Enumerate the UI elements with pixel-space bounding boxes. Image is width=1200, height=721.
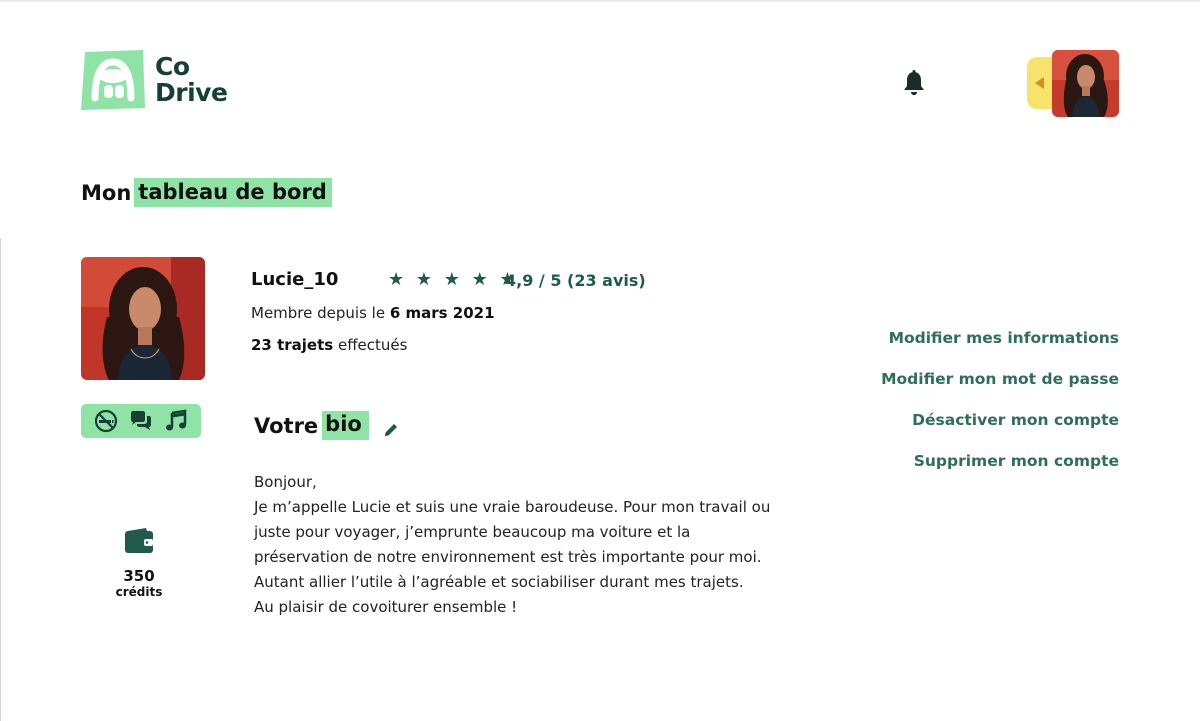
- brand-line-1: Co: [155, 52, 190, 81]
- page-title-prefix: Mon: [81, 180, 132, 205]
- trips-count-label: effectués: [337, 336, 408, 354]
- pencil-edit-icon[interactable]: [383, 422, 399, 438]
- credits-amount: 350: [123, 567, 155, 585]
- bio-title-highlight: bio: [322, 411, 369, 440]
- bio-text: Bonjour, Je m’appelle Lucie et suis une …: [254, 470, 784, 620]
- edit-password-link[interactable]: Modifier mon mot de passe: [881, 370, 1119, 389]
- deactivate-account-link[interactable]: Désactiver mon compte: [881, 411, 1119, 430]
- no-smoking-icon: [95, 409, 118, 433]
- bell-icon[interactable]: [902, 70, 926, 96]
- left-divider: [0, 238, 1, 721]
- account-actions: Modifier mes informations Modifier mon m…: [881, 329, 1119, 493]
- trips-count: 23 trajets effectués: [251, 336, 407, 354]
- car-logo-icon: [81, 50, 145, 110]
- caret-left-icon: [1035, 77, 1044, 89]
- profile-photo: [81, 257, 205, 380]
- bio-line: Bonjour,: [254, 473, 317, 491]
- brand-line-2: Drive: [155, 78, 228, 107]
- bio-title: Votre bio: [254, 411, 369, 440]
- bio-line: Je m’appelle Lucie et suis une vraie bar…: [254, 498, 771, 591]
- user-photo: [1052, 50, 1119, 117]
- codrive-logo[interactable]: Co Drive: [81, 50, 228, 110]
- page-title-highlight: tableau de bord: [134, 178, 332, 207]
- credits-label: crédits: [115, 585, 163, 599]
- travel-preferences: [81, 404, 201, 438]
- brand-name: Co Drive: [155, 52, 228, 107]
- rating-text[interactable]: 4,9 / 5 (23 avis): [505, 271, 646, 290]
- member-since: Membre depuis le 6 mars 2021: [251, 304, 495, 322]
- trips-count-value: 23 trajets: [251, 336, 334, 354]
- member-since-date: 6 mars 2021: [389, 304, 495, 322]
- rating-stars-icon: ★ ★ ★ ★ ★: [388, 269, 519, 290]
- chat-icon: [130, 411, 151, 430]
- edit-info-link[interactable]: Modifier mes informations: [881, 329, 1119, 348]
- delete-account-link[interactable]: Supprimer mon compte: [881, 452, 1119, 471]
- bio-line: Au plaisir de covoiturer ensemble !: [254, 598, 518, 616]
- music-icon: [165, 409, 186, 431]
- wallet-icon[interactable]: [124, 528, 154, 554]
- profile-image: [81, 257, 205, 380]
- bio-title-prefix: Votre: [254, 413, 319, 438]
- header-avatar[interactable]: [1052, 50, 1119, 117]
- member-since-label: Membre depuis le: [251, 304, 386, 322]
- page-title: Mon tableau de bord: [81, 178, 332, 207]
- top-divider: [0, 0, 1200, 2]
- username: Lucie_10: [251, 269, 339, 290]
